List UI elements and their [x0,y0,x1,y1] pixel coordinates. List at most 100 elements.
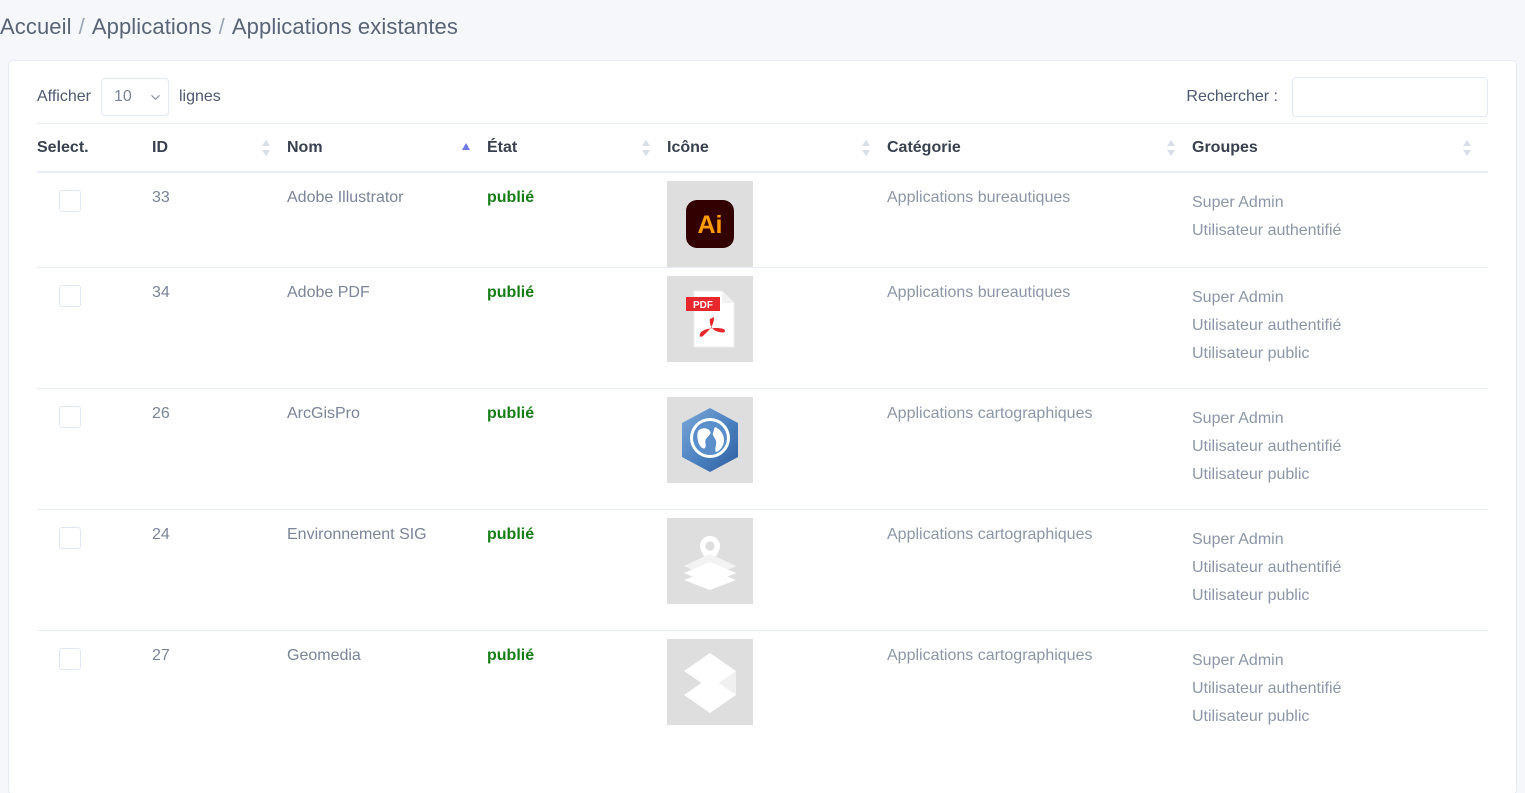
status-badge: publié [487,405,535,422]
cell-etat: publié [487,388,667,510]
cell-groupes: Super Admin Utilisateur authentifié Utilis… [1192,267,1488,389]
cell-categorie: Applications bureautiques [887,267,1192,389]
search-label: Rechercher : [1186,88,1278,105]
row-select-checkbox[interactable] [59,406,81,428]
breadcrumb-separator: / [78,14,85,39]
row-id: 34 [152,284,170,301]
column-header-categorie[interactable]: Catégorie [887,123,1192,173]
adobe-illustrator-icon: Ai [667,181,753,267]
column-header-select: Select. [37,123,152,173]
column-header-groupes[interactable]: Groupes [1192,123,1488,173]
breadcrumb-item-accueil[interactable]: Accueil [0,14,72,40]
arcgis-pro-globe-icon [667,397,753,483]
row-select-checkbox[interactable] [59,190,81,212]
cell-select [37,172,152,268]
status-badge: publié [487,526,535,543]
cell-select [37,388,152,510]
cell-icone [667,630,887,751]
cell-nom: ArcGisPro [287,388,487,510]
cell-select [37,630,152,751]
svg-text:PDF: PDF [693,300,713,311]
row-select-checkbox[interactable] [59,527,81,549]
row-name: Adobe Illustrator [287,189,404,206]
cell-id: 27 [152,630,287,751]
row-groups: Super Admin Utilisateur authentifié Utilis… [1192,389,1488,509]
row-category: Applications bureautiques [887,284,1071,301]
cell-icone [667,509,887,631]
column-label: Groupes [1192,139,1258,156]
cell-groupes: Super Admin Utilisateur authentifié [1192,172,1488,268]
cell-icone [667,388,887,510]
group-item: Utilisateur authentifié [1192,559,1342,576]
cell-groupes: Super Admin Utilisateur authentifié Utilis… [1192,630,1488,751]
cell-nom: Geomedia [287,630,487,751]
row-id: 33 [152,189,170,206]
table-row: 24 Environnement SIG publié Applications ca… [37,509,1488,631]
cell-id: 24 [152,509,287,631]
group-item: Utilisateur authentifié [1192,680,1342,697]
column-header-etat[interactable]: État [487,123,667,173]
sort-both-icon [262,139,270,156]
cell-id: 34 [152,267,287,389]
column-label: ID [152,139,168,156]
row-id: 27 [152,647,170,664]
group-item: Utilisateur public [1192,466,1310,483]
breadcrumb-item-applications-existantes: Applications existantes [231,14,458,39]
group-item: Super Admin [1192,289,1284,306]
status-badge: publié [487,189,535,206]
page-length-control: Afficher 10 lignes [37,78,221,116]
svg-text:Ai: Ai [698,211,723,239]
row-select-checkbox[interactable] [59,648,81,670]
sort-both-icon [1167,139,1175,156]
breadcrumb: Accueil / Applications / Applications ex… [0,0,1525,46]
cell-icone: Ai [667,172,887,268]
group-item: Utilisateur authentifié [1192,222,1342,239]
geomedia-diamonds-icon [667,639,753,725]
cell-select [37,267,152,389]
page-length-select[interactable]: 10 [100,78,169,116]
group-item: Utilisateur public [1192,708,1310,725]
search-input[interactable] [1292,77,1488,117]
row-groups: Super Admin Utilisateur authentifié Utilis… [1192,631,1488,751]
group-item: Utilisateur authentifié [1192,438,1342,455]
cell-categorie: Applications cartographiques [887,388,1192,510]
cell-nom: Adobe Illustrator [287,172,487,268]
table-row: 27 Geomedia publié Applications cartographi… [37,630,1488,751]
row-category: Applications cartographiques [887,405,1093,422]
group-item: Utilisateur public [1192,345,1310,362]
row-id: 24 [152,526,170,543]
row-name: Adobe PDF [287,284,370,301]
group-item: Super Admin [1192,531,1284,548]
cell-categorie: Applications cartographiques [887,630,1192,751]
row-id: 26 [152,405,170,422]
sort-both-icon [1463,139,1471,156]
column-header-id[interactable]: ID [152,123,287,173]
row-groups: Super Admin Utilisateur authentifié Utilis… [1192,510,1488,630]
table-row: 33 Adobe Illustrator publié Ai Applications … [37,172,1488,268]
column-header-nom[interactable]: Nom [287,123,487,173]
cell-etat: publié [487,630,667,751]
applications-table: Select. ID Nom État Icône Catégorie Grou… [37,123,1488,751]
page-length-select-wrapper: 10 [100,78,169,116]
cell-select [37,509,152,631]
datatable-toolbar: Afficher 10 lignes Rechercher : [9,61,1516,123]
group-item: Super Admin [1192,652,1284,669]
cell-groupes: Super Admin Utilisateur authentifié Utilis… [1192,388,1488,510]
row-name: Geomedia [287,647,361,664]
status-badge: publié [487,647,535,664]
column-header-icone[interactable]: Icône [667,123,887,173]
row-name: ArcGisPro [287,405,360,422]
breadcrumb-item-applications[interactable]: Applications [92,14,212,40]
cell-nom: Adobe PDF [287,267,487,389]
column-label: Nom [287,139,323,156]
cell-categorie: Applications bureautiques [887,172,1192,268]
search-control: Rechercher : [1186,77,1488,117]
sort-both-icon [642,139,650,156]
table-row: 26 ArcGisPro publié Applications cartograph… [37,388,1488,510]
row-select-checkbox[interactable] [59,285,81,307]
row-category: Applications bureautiques [887,189,1071,206]
table-header: Select. ID Nom État Icône Catégorie Grou… [37,123,1488,173]
cell-id: 33 [152,172,287,268]
table-header-row: Select. ID Nom État Icône Catégorie Grou… [37,123,1488,173]
row-name: Environnement SIG [287,526,427,543]
